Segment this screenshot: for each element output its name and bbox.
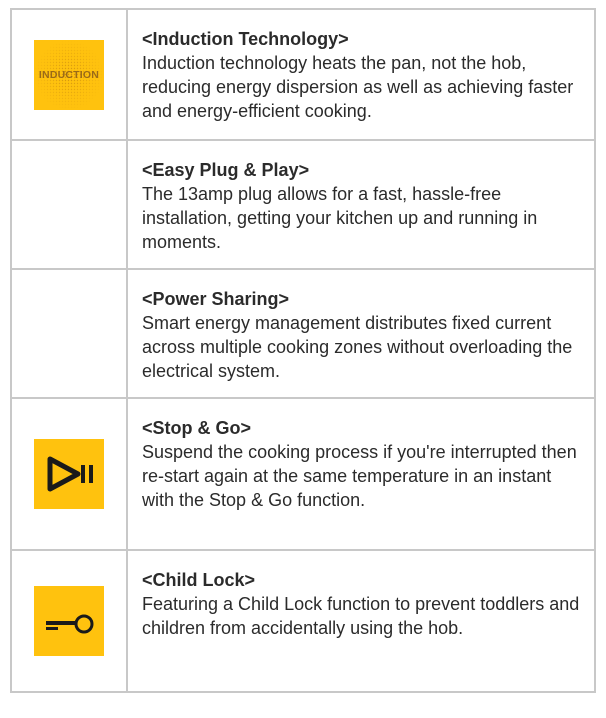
play-pause-icon [34, 439, 104, 509]
feature-icon-cell [10, 399, 128, 549]
feature-text-cell: <Child Lock> Featuring a Child Lock func… [128, 551, 596, 691]
feature-row-power-sharing: <Power Sharing> Smart energy management … [10, 270, 596, 399]
induction-badge-icon: INDUCTION [34, 39, 104, 110]
feature-icon-cell [10, 141, 128, 268]
feature-title: <Power Sharing> [142, 289, 290, 309]
feature-icon-cell [10, 270, 128, 397]
feature-text-cell: <Power Sharing> Smart energy management … [128, 270, 596, 397]
feature-description: The 13amp plug allows for a fast, hassle… [142, 184, 538, 252]
feature-description: Suspend the cooking process if you're in… [142, 442, 577, 510]
feature-row-plug-and-play: <Easy Plug & Play> The 13amp plug allows… [10, 141, 596, 270]
feature-title: <Easy Plug & Play> [142, 160, 310, 180]
feature-title: <Child Lock> [142, 570, 256, 590]
feature-text-cell: <Easy Plug & Play> The 13amp plug allows… [128, 141, 596, 268]
feature-row-child-lock: <Child Lock> Featuring a Child Lock func… [10, 551, 596, 691]
key-icon [34, 586, 104, 656]
feature-title: <Induction Technology> [142, 29, 349, 49]
feature-title: <Stop & Go> [142, 418, 252, 438]
feature-text-cell: <Stop & Go> Suspend the cooking process … [128, 399, 596, 549]
feature-icon-cell [10, 551, 128, 691]
induction-badge-text: INDUCTION [38, 68, 100, 81]
feature-description: Featuring a Child Lock function to preve… [142, 594, 580, 638]
feature-description: Induction technology heats the pan, not … [142, 53, 574, 121]
feature-icon-cell: INDUCTION [10, 10, 128, 139]
feature-row-stop-and-go: <Stop & Go> Suspend the cooking process … [10, 399, 596, 551]
feature-description: Smart energy management distributes fixe… [142, 313, 573, 381]
feature-row-induction: INDUCTION <Induction Technology> Inducti… [10, 10, 596, 141]
feature-table: INDUCTION <Induction Technology> Inducti… [10, 8, 596, 693]
feature-text-cell: <Induction Technology> Induction technol… [128, 10, 596, 139]
